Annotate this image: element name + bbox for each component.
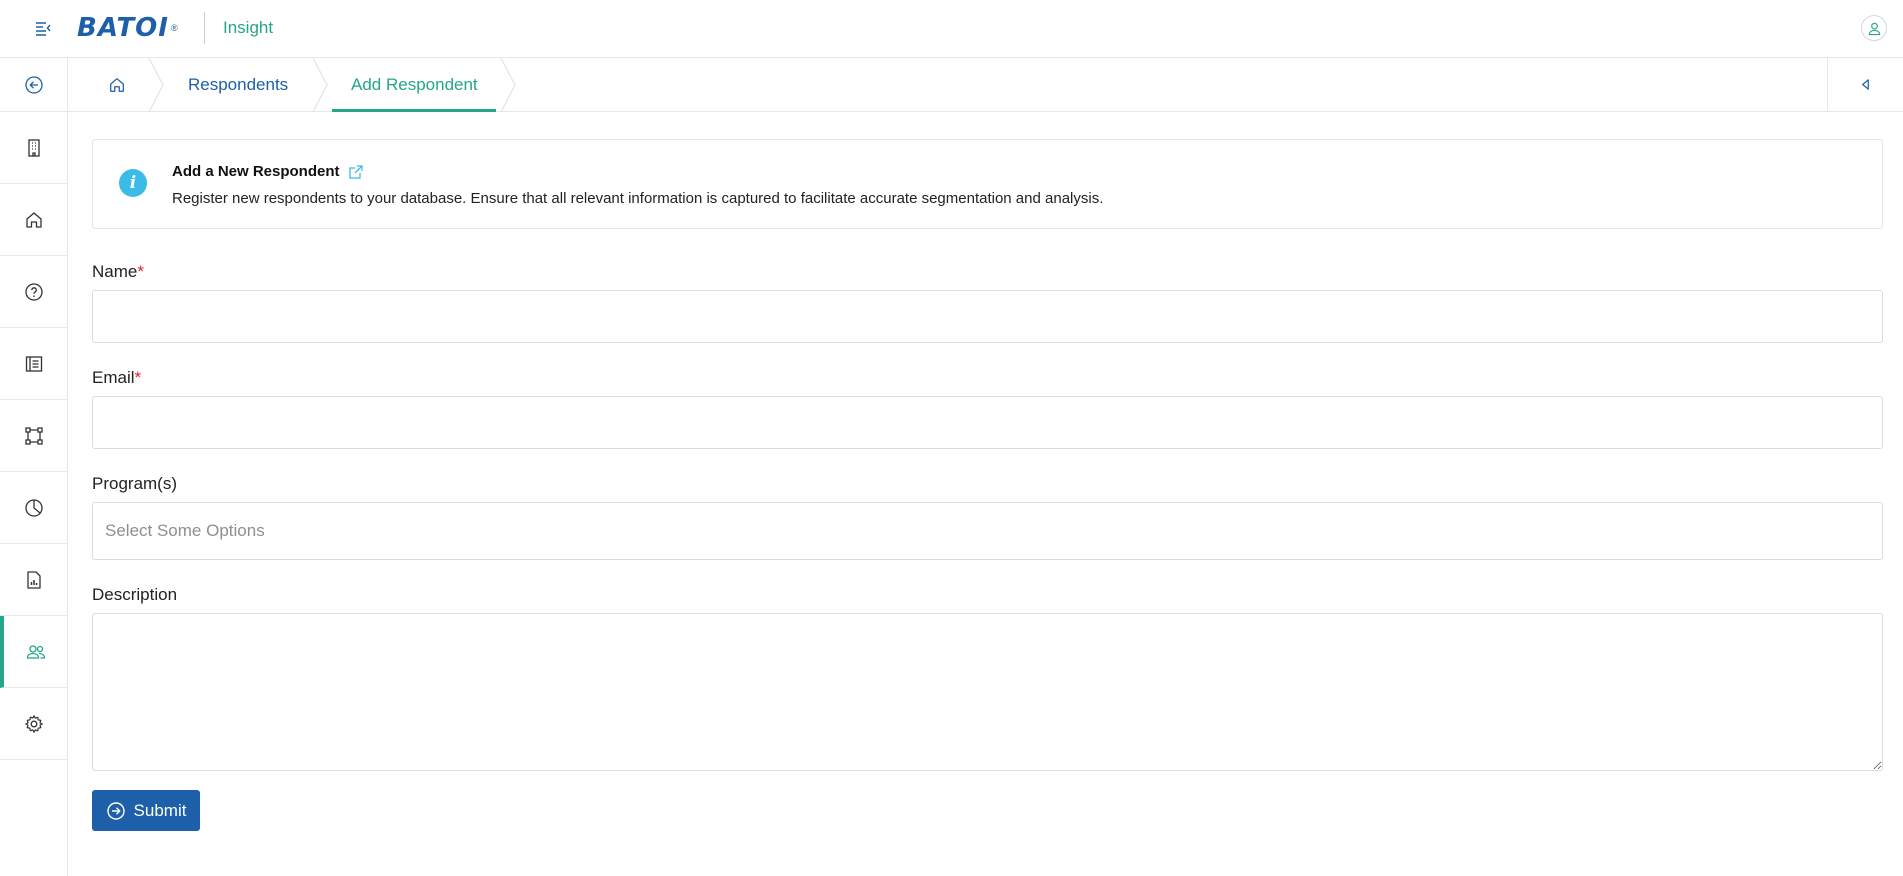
name-input[interactable]	[92, 290, 1883, 343]
email-label: Email*	[92, 368, 141, 388]
report-file-icon	[26, 570, 41, 589]
sidebar-item-respondents[interactable]	[0, 616, 67, 688]
pie-chart-icon	[24, 498, 43, 517]
breadcrumb-separator	[312, 58, 328, 112]
sidebar	[0, 58, 68, 876]
breadcrumb-separator	[500, 58, 516, 112]
email-label-text: Email	[92, 368, 135, 387]
top-bar: BATOI ® Insight	[0, 0, 1903, 58]
arrow-left-circle-icon	[24, 75, 43, 94]
required-mark: *	[134, 368, 142, 387]
menu-collapse-icon[interactable]	[34, 19, 52, 37]
user-icon[interactable]	[1861, 15, 1887, 41]
breadcrumb-home[interactable]	[108, 58, 126, 111]
active-crumb-underline	[332, 109, 496, 112]
sidebar-item-surveys[interactable]	[0, 328, 67, 400]
sidebar-item-home[interactable]	[0, 184, 67, 256]
submit-label: Submit	[133, 800, 187, 820]
list-book-icon	[25, 355, 42, 372]
sidebar-item-help[interactable]	[0, 256, 67, 328]
bounding-box-icon	[24, 426, 43, 445]
info-description: Register new respondents to your databas…	[172, 190, 1104, 207]
info-icon: i	[119, 169, 147, 197]
logo-registered-mark: ®	[170, 23, 178, 33]
email-input[interactable]	[92, 396, 1883, 449]
batoi-logo[interactable]: BATOI ®	[77, 13, 178, 43]
building-icon	[27, 138, 40, 157]
header-divider	[204, 12, 205, 44]
arrow-right-circle-icon	[106, 801, 125, 820]
home-icon	[25, 211, 42, 228]
gear-icon	[24, 714, 43, 733]
sidebar-item-workflow[interactable]	[0, 400, 67, 472]
info-panel: i Add a New Respondent Register new resp…	[92, 139, 1883, 229]
sidebar-item-settings[interactable]	[0, 688, 67, 760]
info-title-row: Add a New Respondent	[172, 163, 364, 180]
programs-placeholder: Select Some Options	[105, 521, 265, 540]
name-label-text: Name	[92, 262, 138, 281]
logo-text: BATOI	[77, 13, 169, 43]
programs-label: Program(s)	[92, 474, 178, 493]
panel-collapse-button[interactable]	[1827, 58, 1903, 111]
info-title: Add a New Respondent	[172, 163, 340, 180]
breadcrumb-separator	[148, 58, 164, 112]
breadcrumb-respondents[interactable]: Respondents	[188, 58, 288, 111]
external-link-icon[interactable]	[348, 164, 364, 180]
users-icon	[26, 644, 45, 659]
home-icon	[110, 77, 124, 92]
required-mark: *	[137, 262, 144, 281]
programs-select[interactable]: Select Some Options	[92, 502, 1883, 560]
caret-left-icon	[1862, 79, 1869, 90]
breadcrumb-add-respondent[interactable]: Add Respondent	[351, 58, 478, 111]
description-textarea[interactable]	[92, 613, 1883, 771]
sidebar-item-analytics[interactable]	[0, 472, 67, 544]
breadcrumb: Respondents Add Respondent	[68, 58, 1903, 112]
name-label: Name*	[92, 262, 144, 282]
submit-button[interactable]: Submit	[92, 790, 200, 831]
app-name: Insight	[223, 18, 274, 37]
sidebar-item-reports[interactable]	[0, 544, 67, 616]
sidebar-item-organization[interactable]	[0, 112, 67, 184]
sidebar-item-back[interactable]	[0, 58, 67, 112]
question-circle-icon	[24, 282, 43, 301]
description-label: Description	[92, 585, 178, 604]
